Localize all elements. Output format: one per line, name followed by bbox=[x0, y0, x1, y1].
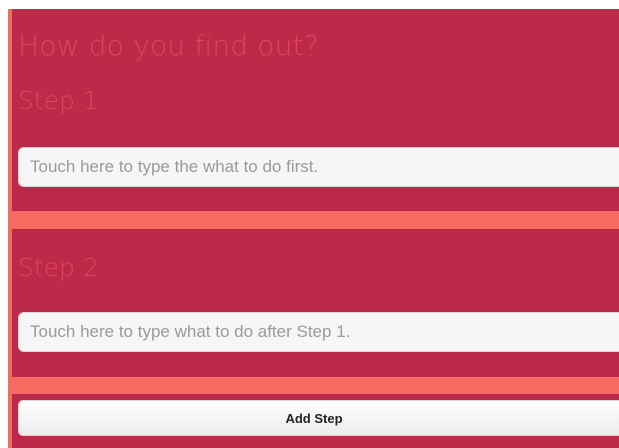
step-2-panel bbox=[12, 229, 619, 377]
add-step-button[interactable]: Add Step bbox=[18, 400, 619, 436]
step-2-input[interactable] bbox=[18, 312, 619, 352]
step-1-input[interactable] bbox=[18, 147, 619, 187]
question-title: How do you find out? bbox=[18, 29, 319, 62]
step-2-title: Step 2 bbox=[18, 253, 99, 282]
step-divider bbox=[12, 377, 619, 394]
app-screen: How do you find out? Step 1 Step 2 Add S… bbox=[0, 0, 619, 448]
step-divider bbox=[12, 211, 619, 229]
step-1-title: Step 1 bbox=[18, 86, 99, 115]
